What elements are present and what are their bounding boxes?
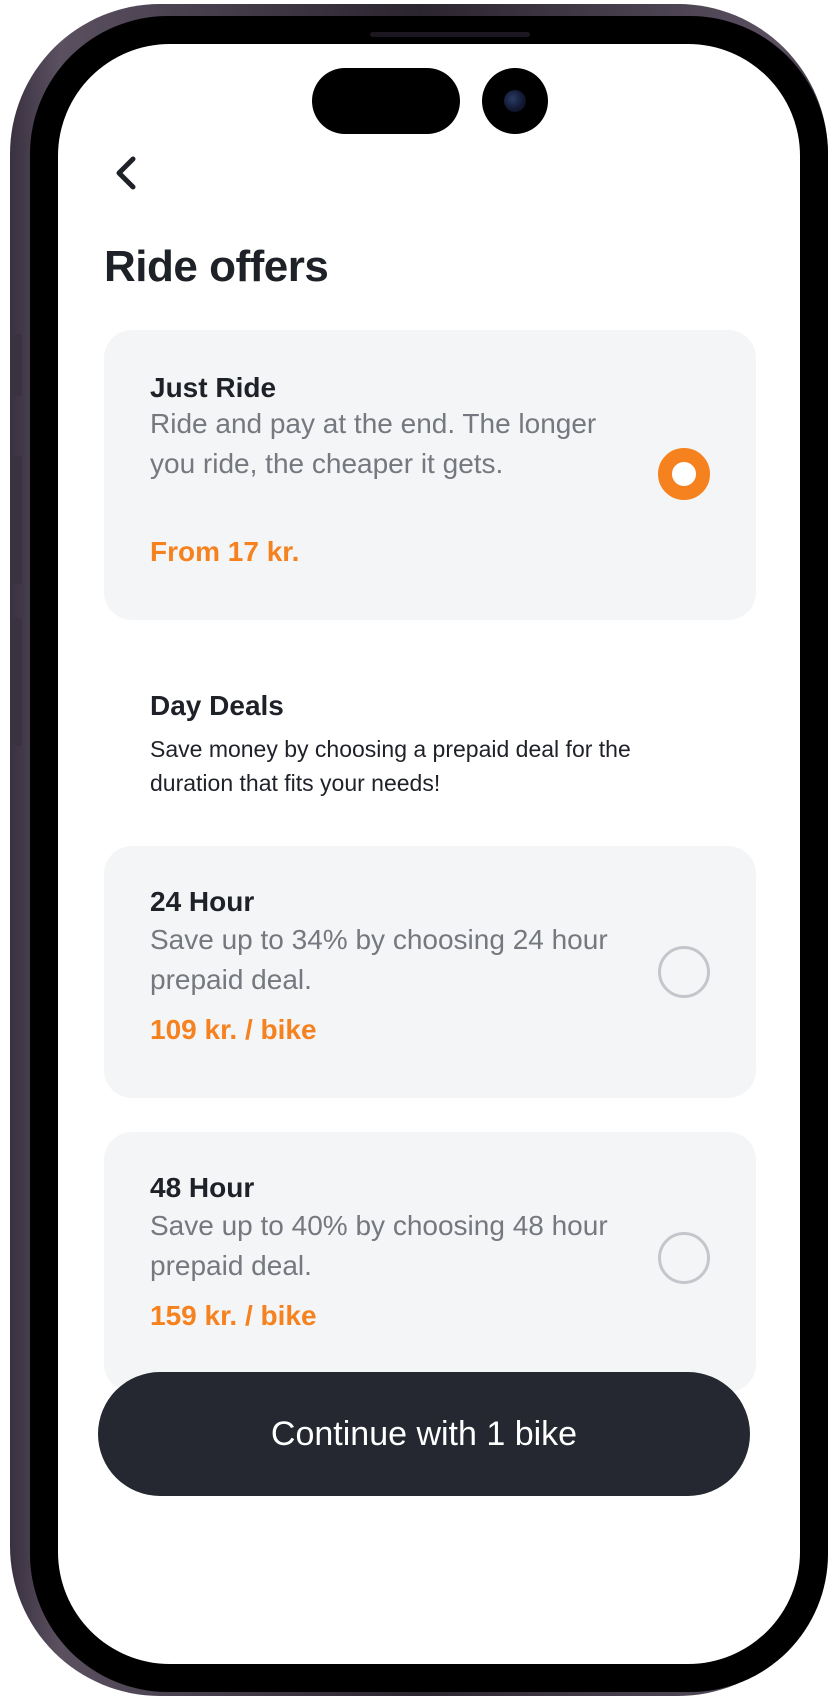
radio-selected[interactable]	[658, 448, 710, 500]
offer-price: 159 kr. / bike	[150, 1300, 317, 1331]
phone-frame: Ride offers Just Ride Ride and pay at th…	[10, 4, 828, 1696]
dynamic-island	[312, 68, 460, 134]
radio-unselected[interactable]	[658, 1232, 710, 1284]
volume-down-button	[14, 618, 22, 746]
offer-price: 109 kr. / bike	[150, 1014, 317, 1045]
offer-description: Save up to 40% by choosing 48 hour prepa…	[150, 1210, 608, 1281]
back-button[interactable]	[102, 144, 150, 202]
chevron-left-icon	[116, 156, 136, 190]
earpiece	[370, 32, 530, 37]
front-camera	[482, 68, 548, 134]
camera-lens	[504, 90, 526, 112]
offer-card-just-ride[interactable]: Just Ride Ride and pay at the end. The l…	[104, 330, 756, 620]
page-title: Ride offers	[104, 242, 329, 291]
section-title-day-deals: Day Deals	[150, 690, 284, 721]
section-description: Save money by choosing a prepaid deal fo…	[150, 736, 631, 796]
offer-card-24-hour[interactable]: 24 Hour Save up to 34% by choosing 24 ho…	[104, 846, 756, 1098]
offer-title: 24 Hour	[150, 886, 255, 917]
offer-description: Save up to 34% by choosing 24 hour prepa…	[150, 924, 608, 995]
action-button	[14, 334, 22, 396]
app-screen: Ride offers Just Ride Ride and pay at th…	[58, 44, 800, 1664]
offer-card-48-hour[interactable]: 48 Hour Save up to 40% by choosing 48 ho…	[104, 1132, 756, 1392]
continue-button[interactable]: Continue with 1 bike	[98, 1372, 750, 1496]
radio-unselected[interactable]	[658, 946, 710, 998]
volume-up-button	[14, 456, 22, 584]
offer-title: Just Ride	[150, 372, 277, 403]
offer-description: Ride and pay at the end. The longer you …	[150, 408, 597, 479]
offer-price: From 17 kr.	[150, 536, 300, 567]
offer-title: 48 Hour	[150, 1172, 255, 1203]
